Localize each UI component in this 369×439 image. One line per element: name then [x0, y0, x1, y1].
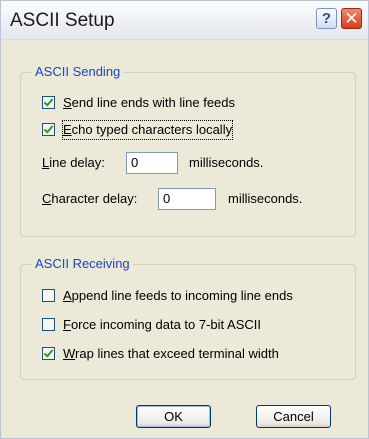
- send-line-ends-checkbox[interactable]: [42, 96, 55, 109]
- line-delay-input[interactable]: 0: [126, 152, 178, 174]
- echo-typed-checkbox[interactable]: [42, 123, 55, 136]
- help-button[interactable]: ?: [316, 8, 337, 29]
- ok-button[interactable]: OK: [136, 405, 211, 428]
- wrap-lines-checkbox[interactable]: [42, 347, 55, 360]
- dialog-title: ASCII Setup: [10, 10, 115, 31]
- force-7bit-label: Force incoming data to 7-bit ASCII: [63, 317, 261, 332]
- send-line-ends-label: Send line ends with line feeds: [63, 95, 236, 110]
- echo-typed-label: Echo typed characters locally: [61, 120, 234, 140]
- line-delay-units: milliseconds.: [189, 155, 264, 170]
- ascii-sending-legend: ASCII Sending: [32, 64, 124, 79]
- help-icon: ?: [321, 10, 332, 27]
- ascii-setup-dialog: ASCII Setup ? ✕ ASCII Sending Send line …: [0, 0, 369, 439]
- line-delay-label: Line delay:: [42, 155, 105, 170]
- close-button[interactable]: ✕: [341, 8, 362, 29]
- character-delay-input[interactable]: 0: [158, 188, 216, 210]
- cancel-button[interactable]: Cancel: [256, 405, 331, 428]
- character-delay-label: Character delay:: [42, 191, 138, 206]
- ascii-receiving-legend: ASCII Receiving: [32, 256, 133, 271]
- close-icon: ✕: [344, 9, 359, 28]
- ascii-sending-group: ASCII Sending Send line ends with line f…: [20, 64, 356, 237]
- ascii-receiving-group: ASCII Receiving Append line feeds to inc…: [20, 256, 356, 380]
- title-bar[interactable]: ASCII Setup ? ✕: [1, 1, 368, 40]
- character-delay-units: milliseconds.: [228, 191, 303, 206]
- wrap-lines-label: Wrap lines that exceed terminal width: [63, 346, 279, 361]
- force-7bit-checkbox[interactable]: [42, 318, 55, 331]
- append-line-feeds-label: Append line feeds to incoming line ends: [63, 288, 293, 303]
- append-line-feeds-checkbox[interactable]: [42, 289, 55, 302]
